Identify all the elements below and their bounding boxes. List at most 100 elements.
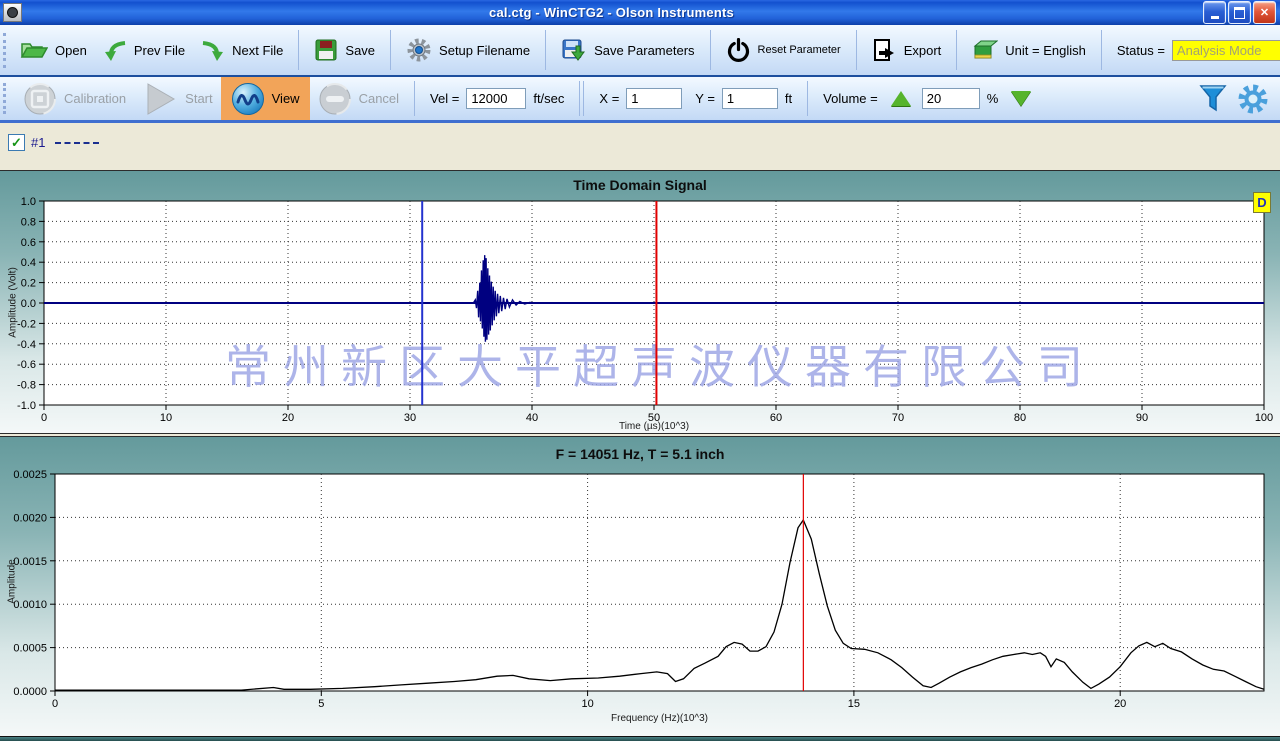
reset-power-icon (726, 38, 751, 63)
svg-text:0.0005: 0.0005 (13, 643, 47, 655)
channel-1-checkbox[interactable]: ✓ (8, 134, 25, 151)
svg-text:0.8: 0.8 (21, 216, 36, 228)
save-button[interactable]: Save (306, 38, 383, 62)
maximize-icon (1234, 7, 1245, 19)
view-button[interactable]: View (221, 77, 310, 120)
start-button[interactable]: Start (134, 81, 220, 117)
window-controls: ✕ (1201, 1, 1276, 24)
svg-text:0.0: 0.0 (21, 298, 36, 310)
d-corner-button[interactable]: D (1253, 192, 1271, 213)
settings-gear-button[interactable] (1236, 82, 1270, 116)
svg-text:0.4: 0.4 (21, 257, 36, 269)
amplitude-axis-caption: Amplitude (Volt) (8, 228, 19, 378)
svg-text:-1.0: -1.0 (17, 400, 36, 412)
close-button[interactable]: ✕ (1253, 1, 1276, 24)
toolbar-separator (807, 81, 808, 115)
svg-text:0.0015: 0.0015 (13, 556, 47, 568)
toolbar-grip[interactable] (3, 83, 9, 113)
toolbar-separator (1101, 30, 1102, 70)
toolbar-grip[interactable] (3, 33, 6, 68)
app-icon-glyph (7, 7, 18, 18)
volume-unit: % (987, 91, 999, 106)
svg-text:10: 10 (581, 698, 593, 710)
spectrum-amplitude-axis-caption: Amplitude (7, 507, 18, 657)
close-icon: ✕ (1260, 6, 1269, 19)
setup-gear-icon (406, 37, 432, 63)
svg-text:0.0020: 0.0020 (13, 512, 47, 524)
volume-down-button[interactable] (1011, 91, 1031, 106)
save-floppy-icon (314, 38, 338, 62)
maximize-button[interactable] (1228, 1, 1251, 24)
toolbar-separator (583, 81, 584, 115)
volume-group: Volume = % (815, 88, 1039, 109)
velocity-unit: ft/sec (533, 91, 564, 106)
calibration-label: Calibration (64, 91, 126, 106)
svg-text:常州新区大平超声波仪器有限公司: 常州新区大平超声波仪器有限公司 (225, 341, 1095, 393)
volume-up-button[interactable] (891, 91, 911, 106)
save-parameters-button[interactable]: Save Parameters (553, 38, 702, 63)
reset-parameter-label: Reset Parameter (758, 44, 841, 56)
toolbar-separator (298, 30, 299, 70)
window-title: cal.ctg - WinCTG2 - Olson Instruments (22, 5, 1201, 20)
frequency-axis-caption: Frequency (Hz)(10^3) (55, 713, 1264, 724)
svg-text:0.6: 0.6 (21, 237, 36, 249)
cancel-button[interactable]: Cancel (310, 82, 407, 116)
svg-text:0: 0 (52, 698, 58, 710)
save-parameters-label: Save Parameters (594, 43, 694, 58)
channel-row: ✓ #1 (8, 134, 99, 151)
next-file-button[interactable]: Next File (193, 39, 291, 62)
velocity-group: Vel = ft/sec (422, 88, 572, 109)
action-toolbar: Calibration Start View Cancel (0, 77, 1280, 123)
export-label: Export (904, 43, 942, 58)
time-domain-panel: Time Domain Signal 1.00.80.60.40.20.0-0.… (0, 170, 1280, 434)
start-label: Start (185, 91, 212, 106)
unit-book-icon (972, 39, 998, 62)
export-button[interactable]: Export (864, 38, 950, 62)
toolbar-separator (414, 81, 415, 115)
status-label: Status = (1117, 43, 1165, 58)
save-label: Save (345, 43, 375, 58)
velocity-input[interactable] (466, 88, 526, 109)
app-icon (3, 3, 22, 22)
frequency-spectrum-chart[interactable]: 0.00000.00050.00100.00150.00200.00250510… (0, 437, 1280, 736)
svg-text:15: 15 (848, 698, 860, 710)
toolbar-separator (545, 30, 546, 70)
status-input[interactable] (1172, 40, 1280, 61)
checkmark-icon: ✓ (11, 135, 22, 151)
y-input[interactable] (722, 88, 778, 109)
time-domain-chart[interactable]: 1.00.80.60.40.20.0-0.2-0.4-0.6-0.8-1.001… (0, 171, 1280, 433)
svg-text:-0.8: -0.8 (17, 380, 36, 392)
svg-text:5: 5 (318, 698, 324, 710)
main-toolbar: Open Prev File Next File Save Setup Fi (0, 25, 1280, 77)
save-parameters-icon (561, 38, 587, 63)
svg-text:0.0025: 0.0025 (13, 469, 47, 481)
svg-text:0.0000: 0.0000 (13, 686, 47, 698)
reset-parameter-button[interactable]: Reset Parameter (718, 38, 849, 63)
velocity-label: Vel = (430, 91, 459, 106)
prev-file-button[interactable]: Prev File (95, 39, 193, 62)
svg-text:-0.2: -0.2 (17, 318, 36, 330)
calibration-button[interactable]: Calibration (15, 82, 134, 116)
volume-label: Volume = (823, 91, 878, 106)
status-group: Status = (1109, 40, 1280, 61)
cancel-label: Cancel (359, 91, 399, 106)
minimize-button[interactable] (1203, 1, 1226, 24)
open-folder-icon (20, 39, 48, 61)
toolbar-separator (579, 81, 580, 115)
cancel-icon (318, 82, 352, 116)
calibration-icon (23, 82, 57, 116)
volume-input[interactable] (922, 88, 980, 109)
toolbar-separator (390, 30, 391, 70)
svg-text:0.2: 0.2 (21, 278, 36, 290)
setup-filename-button[interactable]: Setup Filename (398, 37, 538, 63)
filter-funnel-button[interactable] (1198, 83, 1228, 115)
x-input[interactable] (626, 88, 682, 109)
setup-filename-label: Setup Filename (439, 43, 530, 58)
svg-text:-0.6: -0.6 (17, 359, 36, 371)
open-label: Open (55, 43, 87, 58)
y-label: Y = (695, 91, 715, 106)
channel-1-label: #1 (31, 135, 45, 150)
xy-group: X = Y = ft (591, 88, 800, 109)
unit-button[interactable]: Unit = English (964, 39, 1094, 62)
open-button[interactable]: Open (12, 39, 95, 61)
